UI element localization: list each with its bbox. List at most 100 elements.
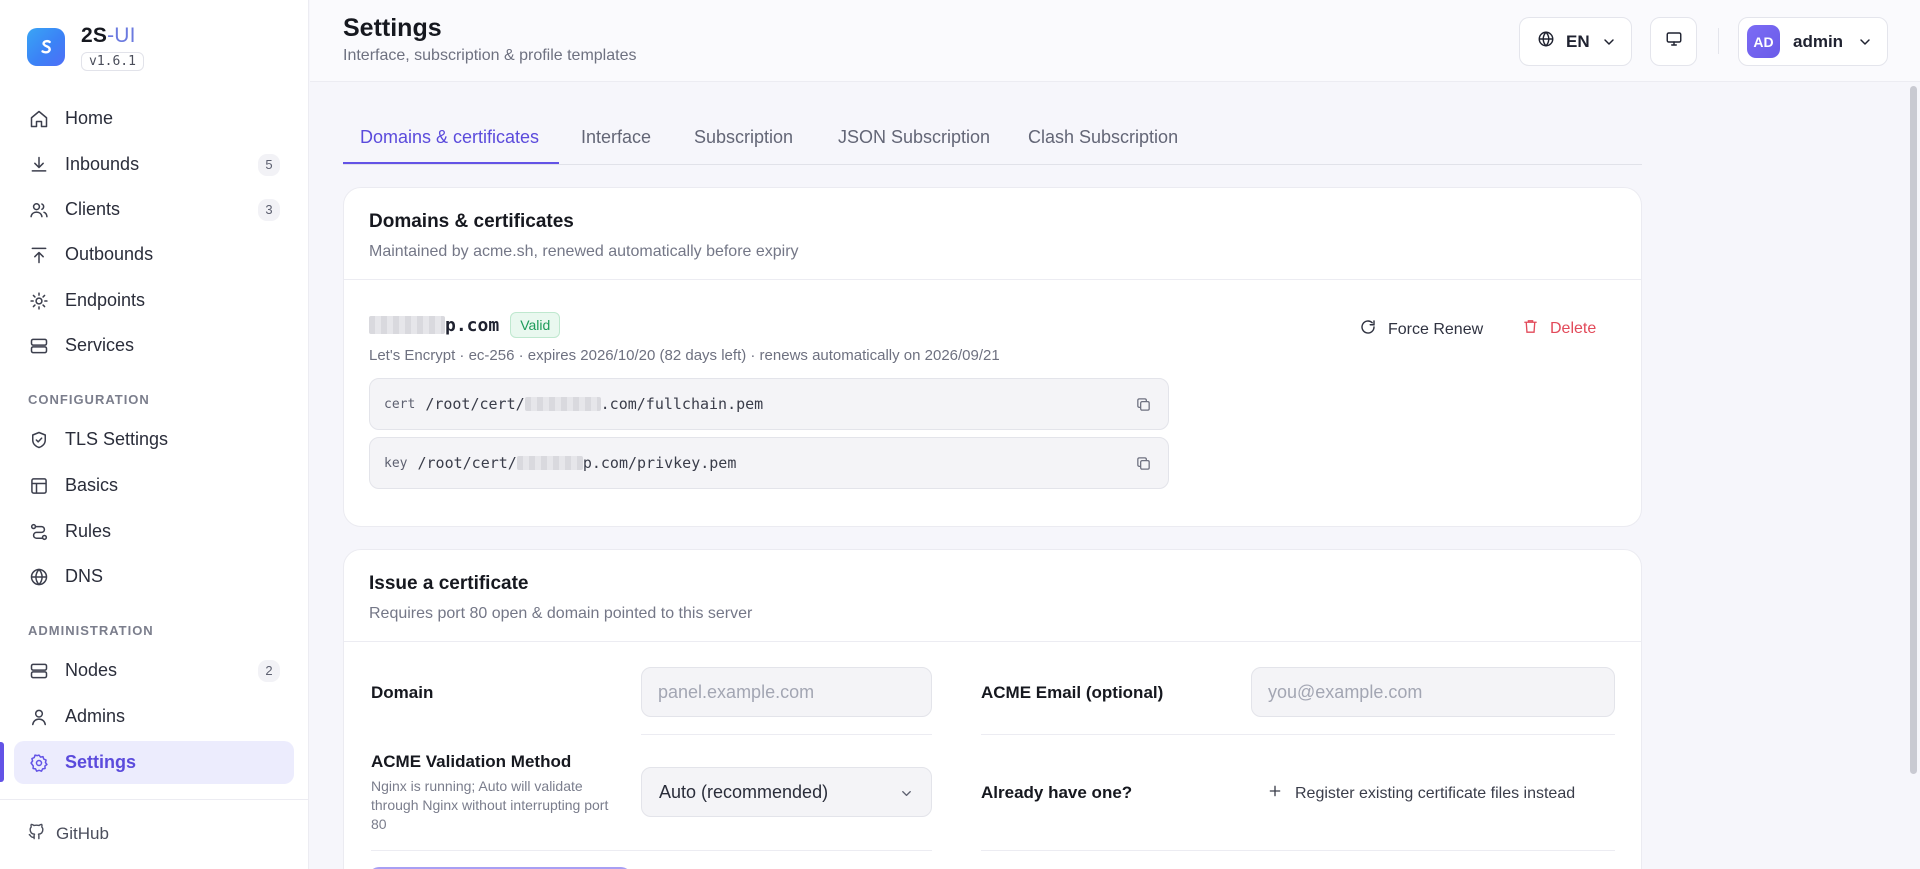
sidebar-item-label: Admins	[65, 706, 126, 726]
sidebar-item-label: Clients	[65, 199, 121, 219]
tab-interface[interactable]: Interface	[581, 127, 651, 148]
page-title: Settings	[343, 14, 442, 42]
domain-label: Domain	[371, 683, 434, 702]
sidebar-item-admins[interactable]: Admins	[14, 695, 294, 738]
page-subtitle: Interface, subscription & profile templa…	[343, 47, 637, 64]
card-subtitle: Requires port 80 open & domain pointed t…	[369, 605, 753, 622]
shield-check-icon	[29, 430, 49, 450]
copy-icon[interactable]	[1135, 396, 1152, 418]
card-subtitle: Maintained by acme.sh, renewed automatic…	[369, 243, 799, 260]
language-selector[interactable]: EN	[1519, 17, 1632, 66]
tab-json-subscription[interactable]: JSON Subscription	[838, 127, 990, 148]
row-divider	[641, 734, 932, 735]
sidebar-item-endpoints[interactable]: Endpoints	[14, 279, 294, 322]
acme-email-input[interactable]	[1251, 667, 1615, 717]
sidebar-item-label: Services	[65, 335, 135, 355]
sidebar-item-label: DNS	[65, 566, 104, 586]
row-divider	[981, 850, 1615, 851]
server-icon	[29, 336, 49, 356]
already-have-label: Already have one?	[981, 783, 1133, 802]
sidebar-item-rules[interactable]: Rules	[14, 510, 294, 553]
sidebar-item-label: TLS Settings	[65, 429, 169, 449]
globe-icon	[29, 567, 49, 587]
sidebar-item-inbounds[interactable]: Inbounds 5	[14, 143, 294, 186]
status-badge: Valid	[510, 312, 561, 338]
redacted-text	[516, 456, 583, 470]
route-icon	[29, 522, 49, 542]
gear-icon	[29, 753, 49, 773]
upload-icon	[29, 245, 49, 265]
active-tab-indicator	[343, 162, 559, 164]
layout-icon	[29, 476, 49, 496]
sidebar-item-label: Rules	[65, 521, 112, 541]
brand[interactable]: 2S-UI v1.6.1	[27, 24, 144, 71]
key-path: /root/cert/ p.com/privkey.pem	[417, 454, 737, 472]
sidebar-item-dns[interactable]: DNS	[14, 555, 294, 598]
copy-icon[interactable]	[1135, 455, 1152, 477]
user-menu[interactable]: AD admin	[1738, 17, 1888, 66]
chevron-down-icon	[1857, 34, 1873, 55]
sidebar-item-label: Outbounds	[65, 244, 154, 264]
sidebar-item-label: Inbounds	[65, 154, 140, 174]
cert-path: /root/cert/ .com/fullchain.pem	[425, 395, 764, 413]
card-title: Domains & certificates	[369, 211, 574, 232]
brand-name: 2S-UI	[81, 24, 136, 47]
sidebar-item-clients[interactable]: Clients 3	[14, 188, 294, 231]
card-header: Domains & certificates Maintained by acm…	[344, 188, 1641, 280]
scrollbar-thumb[interactable]	[1910, 86, 1917, 774]
sun-icon	[29, 291, 49, 311]
sidebar-item-label: Nodes	[65, 660, 118, 680]
header-divider	[1718, 28, 1719, 54]
domains-card: Domains & certificates Maintained by acm…	[343, 187, 1642, 527]
delete-button[interactable]: Delete	[1522, 318, 1596, 340]
register-existing-link[interactable]: Register existing certificate files inst…	[1267, 783, 1575, 804]
chevron-down-icon	[1601, 34, 1617, 55]
tab-clash-subscription[interactable]: Clash Subscription	[1028, 127, 1178, 148]
sidebar-item-label: Basics	[65, 475, 119, 495]
sidebar-item-label: Endpoints	[65, 290, 146, 310]
sidebar-item-home[interactable]: Home	[14, 97, 294, 140]
plus-icon	[1267, 783, 1283, 804]
sidebar-item-outbounds[interactable]: Outbounds	[14, 233, 294, 276]
delete-label: Delete	[1550, 320, 1597, 337]
sidebar-item-services[interactable]: Services	[14, 324, 294, 367]
tab-subscription[interactable]: Subscription	[694, 127, 793, 148]
server-icon	[29, 661, 49, 681]
settings-tabs: Domains & certificates Interface Subscri…	[343, 113, 1642, 165]
sidebar: 2S-UI v1.6.1 Home Inbounds 5 Clients 3 O…	[0, 0, 309, 869]
divider	[0, 799, 309, 800]
certificate-meta: Let's Encrypt · ec-256 · expires 2026/10…	[369, 347, 1000, 364]
count-badge: 5	[258, 153, 280, 176]
sidebar-item-tls-settings[interactable]: TLS Settings	[14, 418, 294, 461]
display-mode-button[interactable]	[1650, 17, 1697, 66]
refresh-icon	[1359, 318, 1377, 341]
sidebar-item-label: Settings	[65, 752, 137, 772]
github-icon	[27, 822, 46, 846]
language-label: EN	[1566, 31, 1590, 51]
sidebar-item-basics[interactable]: Basics	[14, 464, 294, 507]
row-divider	[371, 850, 932, 851]
sidebar-item-settings[interactable]: Settings	[14, 741, 294, 784]
users-icon	[29, 200, 49, 220]
github-link[interactable]: GitHub	[27, 822, 109, 846]
top-header: Settings Interface, subscription & profi…	[310, 0, 1920, 82]
tab-domains-certificates[interactable]: Domains & certificates	[360, 127, 539, 148]
avatar: AD	[1747, 25, 1780, 58]
home-icon	[29, 109, 49, 129]
force-renew-button[interactable]: Force Renew	[1359, 318, 1483, 341]
domain-row: p.com Valid	[369, 312, 561, 338]
sidebar-item-label: Home	[65, 108, 114, 128]
acme-email-label: ACME Email (optional)	[981, 683, 1164, 702]
domain-input[interactable]	[641, 667, 932, 717]
github-label: GitHub	[56, 824, 109, 843]
sidebar-item-nodes[interactable]: Nodes 2	[14, 649, 294, 692]
acme-method-select[interactable]: Auto (recommended)	[641, 767, 932, 817]
row-divider	[981, 734, 1615, 735]
download-icon	[29, 155, 49, 175]
key-tag: key	[384, 455, 408, 471]
count-badge: 2	[258, 659, 280, 682]
acme-method-hint: Nginx is running; Auto will validate thr…	[371, 778, 609, 832]
monitor-icon	[1665, 30, 1683, 53]
acme-method-label: ACME Validation Method	[371, 752, 572, 771]
register-existing-label: Register existing certificate files inst…	[1295, 784, 1576, 802]
